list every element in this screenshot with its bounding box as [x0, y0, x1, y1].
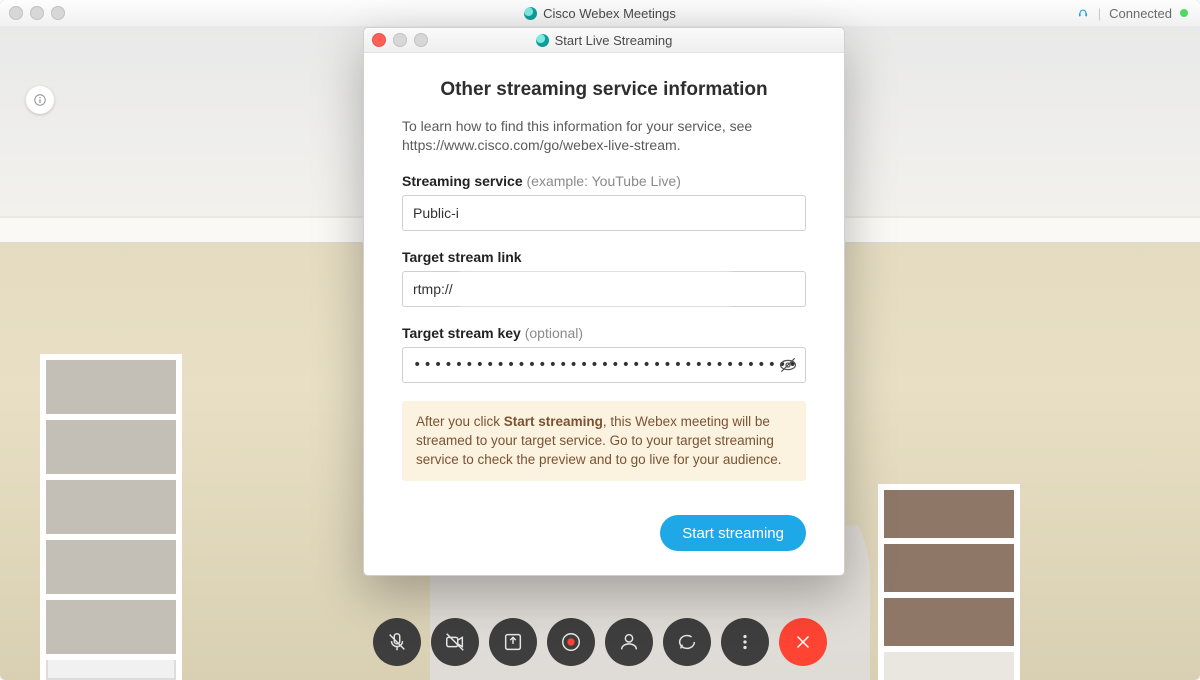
window-minimize-icon[interactable]: [30, 6, 44, 20]
streaming-service-label-text: Streaming service: [402, 173, 523, 189]
streaming-service-group: Streaming service (example: YouTube Live…: [402, 173, 806, 231]
dialog-heading: Other streaming service information: [402, 79, 806, 101]
more-options-button[interactable]: [721, 618, 769, 666]
connection-status-dot-icon: [1180, 9, 1188, 17]
bg-bookshelf-left: [40, 354, 182, 680]
streaming-service-label: Streaming service (example: YouTube Live…: [402, 173, 806, 189]
headset-indicator-icon: [1076, 6, 1090, 20]
window-close-icon[interactable]: [9, 6, 23, 20]
microphone-muted-icon: [386, 631, 408, 653]
connection-status: | Connected: [1076, 6, 1188, 21]
target-stream-key-group: Target stream key (optional): [402, 325, 806, 383]
video-off-icon: [444, 631, 466, 653]
info-icon: [33, 93, 47, 107]
close-x-icon: [792, 631, 814, 653]
connection-status-text: Connected: [1109, 6, 1172, 21]
chat-button[interactable]: [663, 618, 711, 666]
mute-button[interactable]: [373, 618, 421, 666]
record-icon: [560, 631, 582, 653]
share-content-button[interactable]: [489, 618, 537, 666]
start-streaming-button[interactable]: Start streaming: [660, 515, 806, 551]
target-stream-key-label-text: Target stream key: [402, 325, 521, 341]
meeting-info-button[interactable]: [26, 86, 54, 114]
stop-video-button[interactable]: [431, 618, 479, 666]
redacted-overlay: [460, 272, 730, 306]
dialog-help-text: To learn how to find this information fo…: [402, 117, 806, 155]
webex-app-window: Cisco Webex Meetings | Connected: [0, 0, 1200, 680]
start-live-streaming-dialog: Start Live Streaming Other streaming ser…: [363, 27, 845, 576]
target-stream-link-label: Target stream link: [402, 249, 806, 265]
dialog-minimize-icon: [393, 33, 407, 47]
webex-logo-icon: [536, 34, 549, 47]
participants-button[interactable]: [605, 618, 653, 666]
target-stream-key-optional: (optional): [525, 325, 583, 341]
dialog-titlebar: Start Live Streaming: [364, 28, 844, 53]
target-stream-link-label-text: Target stream link: [402, 249, 522, 265]
webex-logo-icon: [524, 7, 537, 20]
target-stream-key-label: Target stream key (optional): [402, 325, 806, 341]
dialog-close-icon[interactable]: [372, 33, 386, 47]
note-prefix: After you click: [416, 414, 504, 429]
end-call-button[interactable]: [779, 618, 827, 666]
record-button[interactable]: [547, 618, 595, 666]
dialog-body: Other streaming service information To l…: [364, 53, 844, 575]
app-title: Cisco Webex Meetings: [0, 6, 1200, 21]
start-streaming-note: After you click Start streaming, this We…: [402, 401, 806, 482]
dialog-window-title: Start Live Streaming: [364, 33, 844, 48]
call-controls: [373, 618, 827, 666]
dialog-zoom-icon: [414, 33, 428, 47]
bg-bookshelf-right: [878, 484, 1020, 680]
show-hide-password-icon[interactable]: [778, 355, 798, 375]
streaming-service-example: (example: YouTube Live): [527, 173, 681, 189]
participants-icon: [618, 631, 640, 653]
main-titlebar: Cisco Webex Meetings | Connected: [0, 0, 1200, 27]
dialog-window-title-text: Start Live Streaming: [555, 33, 673, 48]
status-separator: |: [1098, 6, 1101, 21]
share-icon: [502, 631, 524, 653]
more-vertical-icon: [734, 631, 756, 653]
target-stream-link-group: Target stream link: [402, 249, 806, 307]
dialog-actions: Start streaming: [402, 515, 806, 551]
window-zoom-icon[interactable]: [51, 6, 65, 20]
window-traffic-lights: [9, 6, 65, 20]
target-stream-key-input[interactable]: [402, 347, 806, 383]
note-strong: Start streaming: [504, 414, 603, 429]
app-title-text: Cisco Webex Meetings: [543, 6, 676, 21]
chat-icon: [676, 631, 698, 653]
streaming-service-input[interactable]: [402, 195, 806, 231]
